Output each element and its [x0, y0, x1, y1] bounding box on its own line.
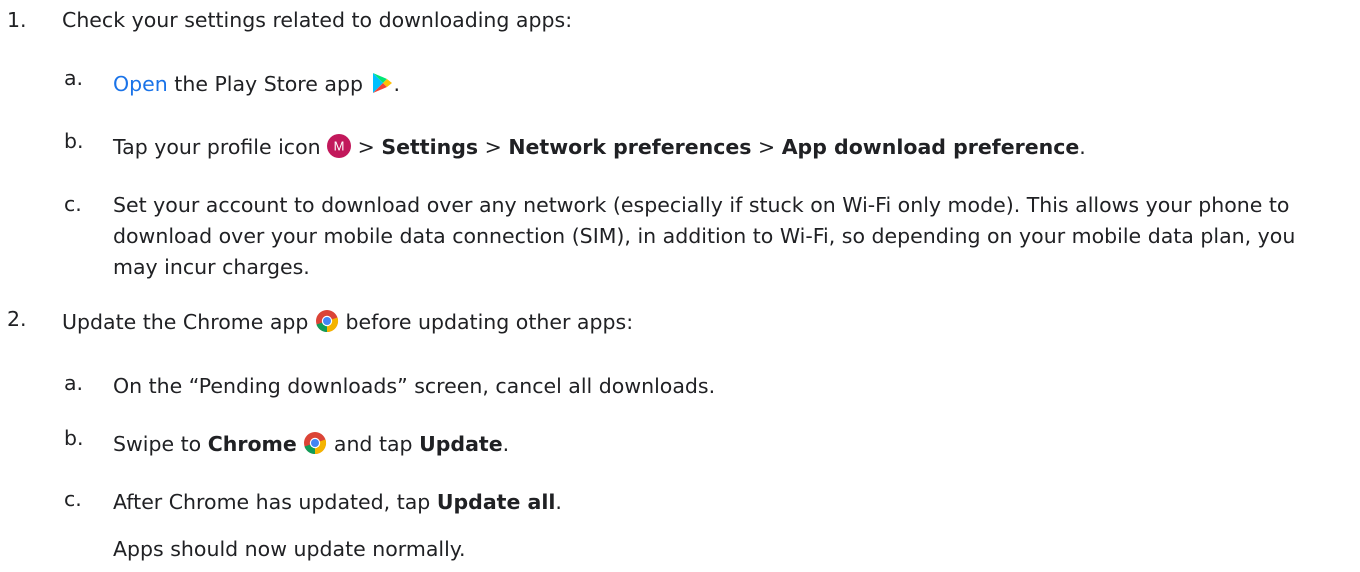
open-play-store-link[interactable]: Open	[113, 72, 168, 96]
chrome-label: Chrome	[207, 432, 297, 456]
substep-letter: c.	[64, 192, 82, 216]
network-preferences-label: Network preferences	[508, 135, 752, 159]
update-all-label: Update all	[436, 490, 556, 514]
substep-text: After Chrome has updated, tap Update all…	[113, 490, 562, 514]
play-store-icon	[370, 71, 394, 104]
settings-label: Settings	[381, 135, 479, 159]
step-text: Update the Chrome app before updating ot…	[62, 309, 633, 338]
substep-text: Set your account to download over any ne…	[113, 193, 1296, 279]
step-text: Check your settings related to downloadi…	[62, 8, 573, 32]
substep-text: Open the Play Store app .	[113, 69, 1338, 104]
update-label: Update	[419, 432, 503, 456]
footer-text: Apps should now update normally.	[113, 537, 466, 561]
substep-letter: b.	[64, 426, 84, 450]
app-download-preference-label: App download preference	[781, 135, 1080, 159]
help-article: 1. Check your settings related to downlo…	[0, 0, 1360, 572]
profile-avatar-icon: M	[327, 134, 352, 167]
substep-letter: a.	[64, 371, 84, 395]
substep-letter: a.	[64, 66, 84, 90]
substep-letter: b.	[64, 129, 84, 153]
step-number: 1.	[7, 8, 27, 32]
substep-text: Tap your profile icon M > Settings > Net…	[113, 132, 1338, 167]
svg-text:M: M	[334, 139, 345, 154]
substep-text: Swipe to Chrome and tap Update.	[113, 429, 1338, 464]
chrome-icon	[303, 431, 327, 464]
step-number: 2.	[7, 307, 27, 331]
chrome-icon	[315, 309, 339, 338]
substep-letter: c.	[64, 487, 82, 511]
substep-text: On the “Pending downloads” screen, cance…	[113, 374, 716, 398]
